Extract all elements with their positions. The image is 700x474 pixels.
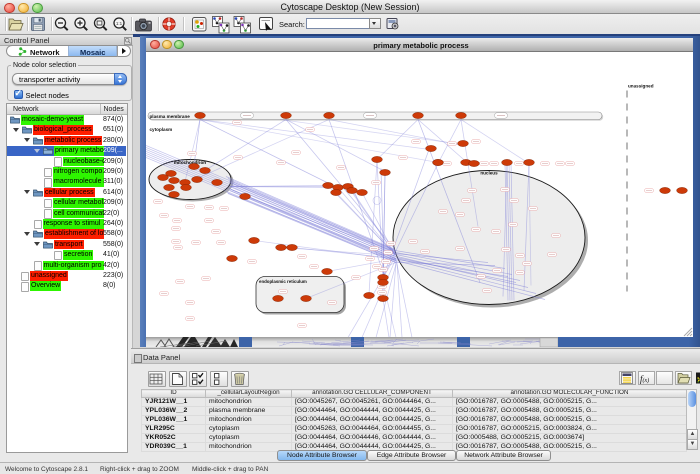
svg-text:cytoplasm: cytoplasm bbox=[150, 127, 173, 132]
svg-text:endoplasmic reticulum: endoplasmic reticulum bbox=[259, 279, 307, 284]
svg-text:plasma membrane: plasma membrane bbox=[150, 113, 191, 118]
svg-text:1:1: 1:1 bbox=[116, 21, 123, 26]
svg-text:nucleus: nucleus bbox=[480, 170, 498, 175]
svg-text:f(x): f(x) bbox=[640, 374, 649, 384]
svg-text:unassigned: unassigned bbox=[628, 83, 654, 88]
